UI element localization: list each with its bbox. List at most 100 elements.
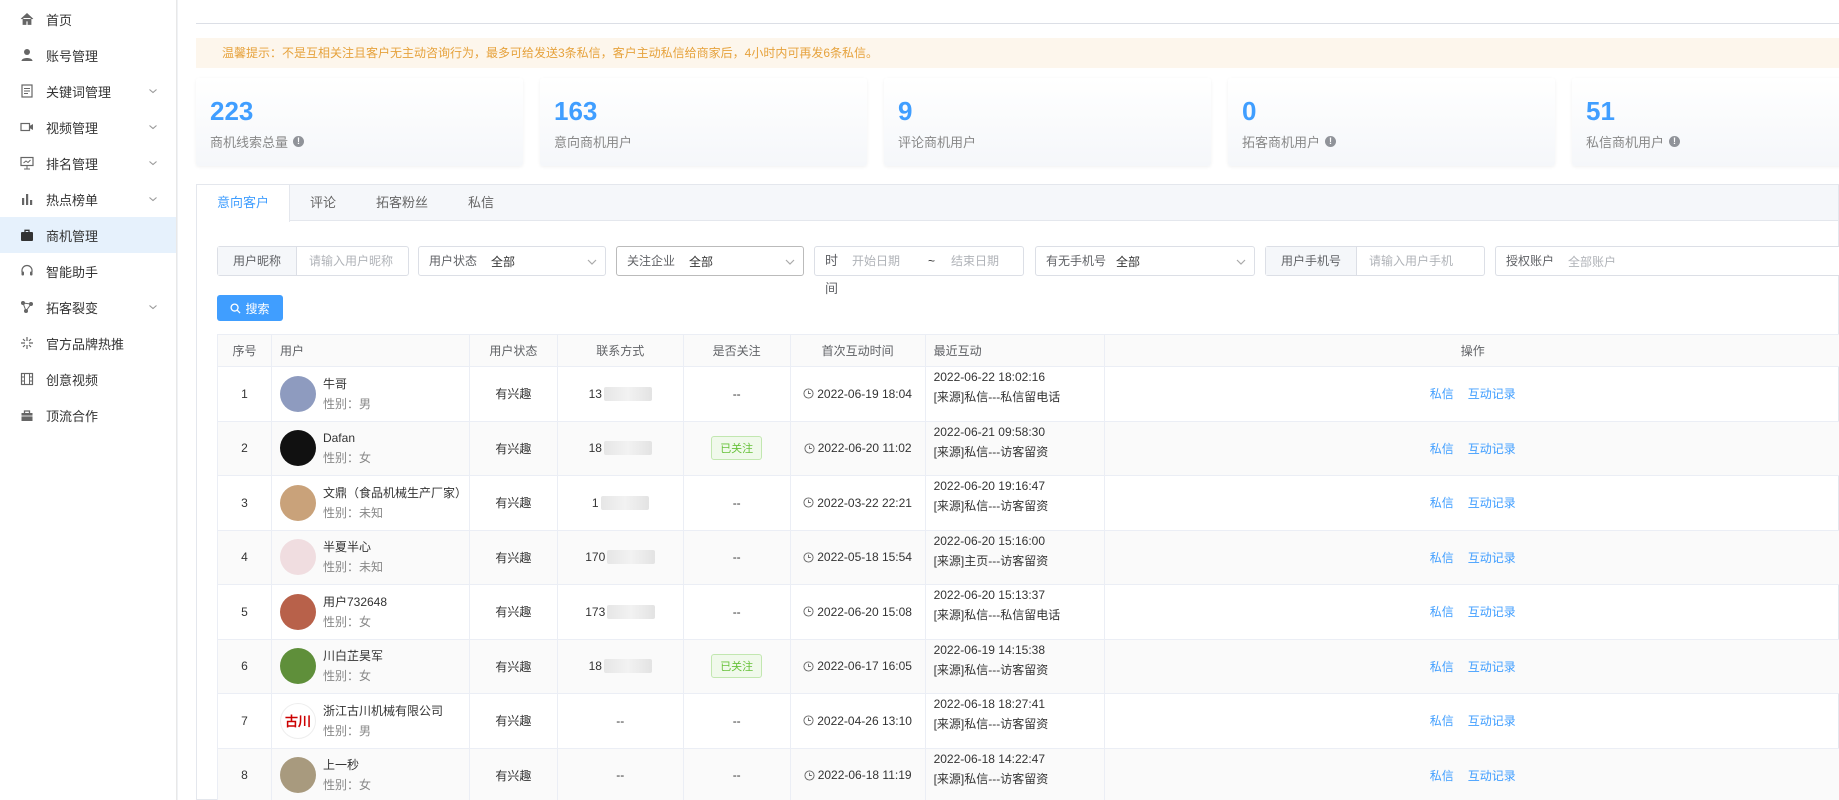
sidebar-item-8[interactable]: 拓客裂变 [0,289,176,325]
interaction-record-link[interactable]: 互动记录 [1468,658,1516,675]
user-gender: 女 [358,451,371,466]
phone-input[interactable] [1357,248,1478,274]
operations-cell: 私信 互动记录 [1105,694,1839,748]
search-button[interactable]: 搜索 [217,295,283,321]
phone-number: 13 [589,386,652,401]
date-range-picker[interactable]: 时间 ~ [814,246,1024,296]
sidebar-item-11[interactable]: 顶流合作 [0,397,176,433]
bag-icon [20,408,34,422]
followed-badge: 已关注 [711,436,763,461]
tab-1[interactable]: 评论 [290,185,356,220]
gender-prefix: 性别： [322,396,359,411]
user-gender: 未知 [358,560,383,575]
info-icon[interactable]: ! [1325,136,1337,147]
status-select[interactable]: 用户状态 全部 [418,246,606,276]
user-cell: Dafan 性别：女 [272,421,470,475]
user-status: 有兴趣 [470,694,558,748]
sidebar-item-4[interactable]: 排名管理 [0,145,176,181]
end-date-input[interactable] [943,248,1023,274]
gender-prefix: 性别： [322,451,359,466]
operations-cell: 私信 互动记录 [1105,585,1839,639]
message-link[interactable]: 私信 [1430,712,1454,729]
has-phone-select[interactable]: 有无手机号 全部 [1035,246,1255,276]
sidebar-item-6[interactable]: 商机管理 [0,217,176,253]
stat-label: 意向商机用户 [554,135,633,150]
row-number: 8 [218,748,272,800]
message-link[interactable]: 私信 [1430,658,1454,675]
message-link[interactable]: 私信 [1430,603,1454,620]
recent-time: 2022-06-19 14:15:38 [933,642,1046,657]
first-interaction: 2022-06-18 11:19 [791,748,926,800]
nickname-input[interactable] [297,248,408,274]
tab-0[interactable]: 意向客户 [197,185,291,222]
followed-cell: -- [684,530,791,584]
has-phone-value: 全部 [1116,254,1141,269]
stat-label: 评论商机用户 [898,135,977,150]
first-interaction-time: 2022-06-18 11:19 [817,768,912,783]
avatar [279,484,316,521]
message-link[interactable]: 私信 [1430,549,1454,566]
sidebar-item-0[interactable]: 首页 [0,1,176,37]
sidebar-item-9[interactable]: 官方品牌热推 [0,325,176,361]
user-status: 有兴趣 [470,421,558,475]
sidebar-item-3[interactable]: 视频管理 [0,109,176,145]
user-gender-row: 性别：男 [323,394,371,414]
first-interaction: 2022-06-19 18:04 [791,367,926,421]
clock-icon [804,770,815,781]
gender-prefix: 性别： [322,778,359,793]
sidebar-item-10[interactable]: 创意视频 [0,361,176,397]
start-date-input[interactable] [849,248,920,274]
chevron-down-icon [149,89,157,94]
company-select[interactable]: 关注企业 全部 [616,246,804,276]
phone-number: 173 [585,604,656,619]
user-name: 川白芷昊军 [322,649,383,664]
account-placeholder: 全部账户 [1568,254,1617,269]
user-gender: 男 [358,723,371,738]
recent-interaction: 2022-06-20 15:16:00 [来源]主页---访客留资 [926,530,1106,584]
range-separator: ~ [927,254,935,268]
tab-2[interactable]: 拓客粉丝 [356,185,448,220]
message-link[interactable]: 私信 [1430,767,1454,784]
stat-card: 223 商机线索总量! [196,78,523,166]
time-label: 时间 [825,253,839,296]
interaction-record-link[interactable]: 互动记录 [1468,440,1516,457]
sidebar-item-2[interactable]: 关键词管理 [0,73,176,109]
message-link[interactable]: 私信 [1430,494,1454,511]
interaction-record-link[interactable]: 互动记录 [1468,494,1516,511]
clock-icon [803,715,814,726]
interaction-record-link[interactable]: 互动记录 [1468,712,1516,729]
user-info: 川白芷昊军 性别：女 [323,646,383,686]
interaction-record-link[interactable]: 互动记录 [1468,767,1516,784]
interaction-record-link[interactable]: 互动记录 [1468,385,1516,402]
tab-bar: 意向客户 评论 拓客粉丝 私信 [197,185,1838,222]
account-select[interactable]: 授权账户 全部账户 [1495,246,1839,276]
sidebar-item-5[interactable]: 热点榜单 [0,181,176,217]
video-icon [20,120,34,134]
user-info: 上一秒 性别：女 [323,755,371,795]
sidebar-item-1[interactable]: 账号管理 [0,37,176,73]
user-status: 有兴趣 [470,367,558,421]
user-status: 有兴趣 [470,530,558,584]
followed-cell: -- [684,476,791,530]
interaction-record-link[interactable]: 互动记录 [1468,603,1516,620]
tab-3[interactable]: 私信 [448,185,514,220]
chevron-down-icon [149,161,157,166]
stat-label-row: 拓客商机用户! [1242,132,1541,151]
row-number: 2 [218,421,272,475]
chevron-down-icon [149,125,157,130]
message-link[interactable]: 私信 [1430,385,1454,402]
chevron-down-icon [785,259,795,265]
info-icon[interactable]: ! [1669,136,1681,147]
sidebar-item-7[interactable]: 智能助手 [0,253,176,289]
user-cell: 牛哥 性别：男 [272,367,470,421]
column-header: 首次互动时间 [791,335,926,366]
column-header: 操作 [1460,344,1485,358]
interaction-record-link[interactable]: 互动记录 [1468,549,1516,566]
user-gender: 女 [358,669,371,684]
phone-mask [603,659,652,674]
sidebar-item-label: 热点榜单 [46,192,99,208]
message-link[interactable]: 私信 [1430,440,1454,457]
first-interaction: 2022-06-20 11:02 [791,421,926,475]
bar-chart-icon [20,192,34,206]
info-icon[interactable]: ! [293,136,305,147]
